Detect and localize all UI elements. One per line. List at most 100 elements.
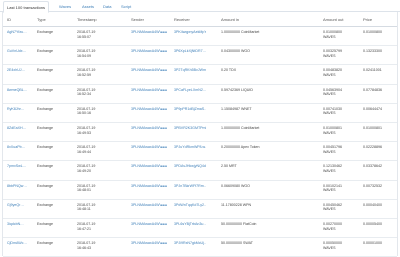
sender-address-link[interactable]: 3PLNMAwaxA4WVHY… xyxy=(131,68,161,73)
price: 0.00001000 xyxy=(363,241,382,246)
transactions-panel: ID Type Timestamp Sender Receiver Amount… xyxy=(2,12,398,257)
receiver-address-link[interactable]: 3P9pPR1dBjZmaS… xyxy=(174,107,206,112)
tx-id-link[interactable]: 3iqdcbN… xyxy=(7,222,33,227)
price: 0.01000800 xyxy=(363,30,382,34)
tx-id-link[interactable]: AgN7Yfzu… xyxy=(7,30,33,35)
receiver-address-link[interactable]: 3PBVR2K3GMTPmNZ… xyxy=(174,126,206,131)
amount-out-unit: WAVES xyxy=(323,111,336,116)
tx-timestamp: 2018-07-19 16:49:44 xyxy=(77,145,131,154)
amount-out-unit: WAVES xyxy=(323,168,336,173)
amount-out: 0.00270000 WAVES xyxy=(323,222,353,231)
amount-out: 0.00325799 WAVES xyxy=(323,49,353,58)
tx-time: 16:50:16 xyxy=(77,111,91,116)
table-row: 3iqdcbN… Exchange 2018-07-19 16:47:21 3PLNMA… xyxy=(3,219,397,239)
receiver-address-link[interactable]: 3PL6sYBjTrbAn3u… xyxy=(174,222,206,227)
tx-id-link[interactable]: CjDmAWc… xyxy=(7,241,33,246)
receiver-address-link[interactable]: 3P2TqRKh5BvJWmk… xyxy=(174,68,206,73)
amount-in: 1.15084987 WNET xyxy=(221,106,252,111)
price: 0.02228896 xyxy=(363,145,382,150)
tx-timestamp: 2018-07-19 16:52:59 xyxy=(77,68,131,77)
receiver-address-link[interactable]: 3PdWnTqqKd7Ly2… xyxy=(174,203,206,208)
tx-type: Exchange xyxy=(37,126,53,130)
sender-address-link[interactable]: 3PLNMAwaxA4WVHY… xyxy=(131,145,161,150)
transfer-arrow-icon: ••• xyxy=(161,164,168,171)
tx-type: Exchange xyxy=(37,202,53,207)
tx-time: 16:49:20 xyxy=(77,168,91,173)
tx-time: 16:49:44 xyxy=(77,149,91,154)
tx-timestamp: 2018-07-19 16:49:53 xyxy=(77,126,131,135)
amount-out: 0.01000800 WAVES xyxy=(323,30,353,39)
sender-address-link[interactable]: 3PLNMAwaxA4WVHY… xyxy=(131,241,161,246)
tx-id-link[interactable]: 2E4xhUJ… xyxy=(7,68,33,73)
tx-id-link[interactable]: 8ZdEaXH… xyxy=(7,126,33,131)
receiver-address-link[interactable]: 3PJuYdRkmWFfLw… xyxy=(174,145,206,150)
sender-address-link[interactable]: 3PLNMAwaxA4WVHY… xyxy=(131,164,161,169)
tab-data[interactable]: Data xyxy=(100,1,114,12)
price: 0.03378642 xyxy=(363,164,382,169)
sender-address-link[interactable]: 3PLNMAwaxA4WVHY… xyxy=(131,222,161,227)
amount-out-unit: WAVES xyxy=(323,34,336,39)
tab-script[interactable]: Script xyxy=(118,1,134,12)
tx-timestamp: 2018-07-19 16:48:11 xyxy=(77,203,131,212)
tx-time: 16:49:53 xyxy=(77,130,91,135)
tx-time: 16:48:11 xyxy=(77,207,91,212)
amount-out-unit: WAVES xyxy=(323,245,336,250)
tab-bar: Last 100 transactions Waves Assets Data … xyxy=(0,0,400,13)
tx-time: 16:48:01 xyxy=(77,188,91,193)
tx-id-link[interactable]: 8wmeQBL… xyxy=(7,88,33,93)
tx-type: Exchange xyxy=(37,183,53,188)
header-sender: Sender xyxy=(131,17,144,22)
receiver-address-link[interactable]: 3PJn7BkrWFf7Rm… xyxy=(174,184,206,189)
tx-id-link[interactable]: 8bbPNQw… xyxy=(7,184,33,189)
receiver-address-link[interactable]: 3P6XpLkXjNtDR7… xyxy=(174,49,206,54)
amount-in: 0.06609080 WGO xyxy=(221,183,250,188)
tx-type: Exchange xyxy=(37,164,53,169)
amount-out-unit: WAVES xyxy=(323,130,336,135)
receiver-address-link[interactable]: 3PJi9RxN7gkMcUj… xyxy=(174,241,206,246)
transfer-arrow-icon: ••• xyxy=(161,202,168,209)
transfer-arrow-icon: ••• xyxy=(161,106,168,113)
amount-out-unit: WAVES xyxy=(323,226,336,231)
tx-time: 16:47:21 xyxy=(77,226,91,231)
tx-id-link[interactable]: GuVnUdx… xyxy=(7,49,33,54)
amount-out: 0.01000801 WAVES xyxy=(323,126,353,135)
amount-in: 11.17800228 WPN xyxy=(221,202,252,207)
table-row: CjDmAWc… Exchange 2018-07-19 16:46:43 3PLNMA… xyxy=(3,238,397,257)
table-row: 8xXuaPb… Exchange 2018-07-19 16:49:44 3PLNMA… xyxy=(3,142,397,162)
transfer-arrow-icon: ••• xyxy=(161,49,168,56)
receiver-address-link[interactable]: 3PK4wqpnyAekMpY8… xyxy=(174,30,206,35)
header-amount-in: Amount in xyxy=(221,17,240,22)
amount-out: 0.12130462 WAVES xyxy=(323,164,353,173)
tx-type: Exchange xyxy=(37,106,53,111)
amount-out: 0.00483820 WAVES xyxy=(323,68,353,77)
sender-address-link[interactable]: 3PLNMAwaxA4WVHY… xyxy=(131,203,161,208)
sender-address-link[interactable]: 3PLNMAwaxA4WVHY… xyxy=(131,49,161,54)
sender-address-link[interactable]: 3PLNMAwaxA4WVHY… xyxy=(131,107,161,112)
price: 0.00005400 xyxy=(363,222,382,226)
table-row: RyK8Jhr… Exchange 2018-07-19 16:50:16 3PLNMA… xyxy=(3,104,397,123)
transfer-arrow-icon: ••• xyxy=(161,87,168,94)
sender-address-link[interactable]: 3PLNMAwaxA4WVHY… xyxy=(131,88,161,93)
tx-id-link[interactable]: Gj9yeQr… xyxy=(7,203,33,208)
sender-address-link[interactable]: 3PLNMAwaxA4WVHY… xyxy=(131,184,161,189)
tx-type: Exchange xyxy=(37,68,53,73)
receiver-address-link[interactable]: 3PDAvJHkwjyNQ4d… xyxy=(174,164,206,169)
sender-address-link[interactable]: 3PLNMAwaxA4WVHY… xyxy=(131,126,161,131)
tx-id-link[interactable]: RyK8Jhr… xyxy=(7,107,33,112)
tx-id-link[interactable]: 7pmxSwL… xyxy=(7,164,33,169)
price: 0.00732532 xyxy=(363,183,382,188)
receiver-address-link[interactable]: 3PCaFLyeLXmN2… xyxy=(174,88,206,93)
tx-id-link[interactable]: 8xXuaPb… xyxy=(7,145,33,150)
price: 0.00040400 xyxy=(363,202,382,207)
tab-waves[interactable]: Waves xyxy=(56,1,74,12)
tx-type: Exchange xyxy=(37,30,53,34)
sender-address-link[interactable]: 3PLNMAwaxA4WVHY… xyxy=(131,30,161,35)
amount-out: 0.00741030 WAVES xyxy=(323,107,353,116)
price: 0.01000801 xyxy=(363,126,382,130)
amount-out: 0.04563904 WAVES xyxy=(323,88,353,97)
transfer-arrow-icon: ••• xyxy=(161,183,168,190)
tx-time: 16:55:07 xyxy=(77,34,91,39)
tab-assets[interactable]: Assets xyxy=(79,1,97,12)
transfer-arrow-icon: ••• xyxy=(161,126,168,132)
amount-in: 1.00000000 CoinMarket xyxy=(221,30,260,34)
